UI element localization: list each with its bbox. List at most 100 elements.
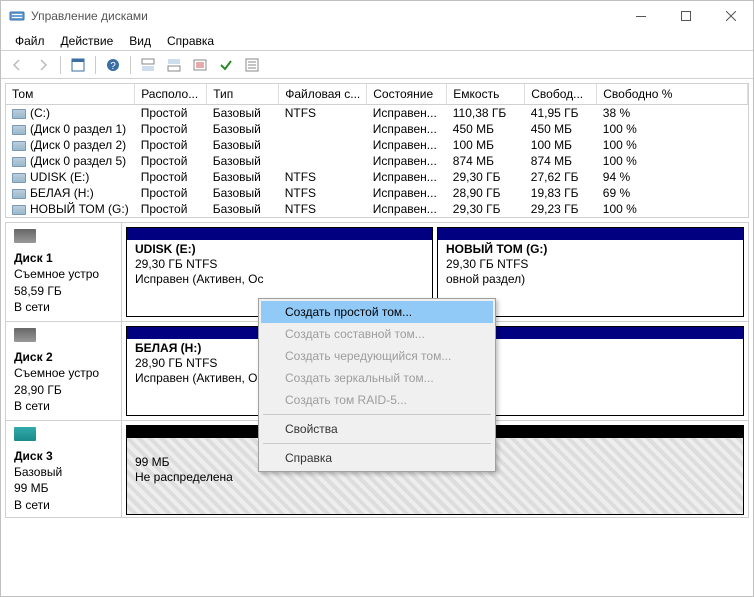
disk-state: В сети	[14, 300, 50, 314]
disk-name: Диск 2	[14, 350, 53, 364]
col-status[interactable]: Состояние	[367, 84, 447, 105]
disk-state: В сети	[14, 498, 50, 512]
table-cell: (Диск 0 раздел 1)	[6, 121, 135, 137]
disk-icon	[14, 229, 36, 243]
col-free[interactable]: Свобод...	[525, 84, 597, 105]
disk-icon	[14, 427, 36, 441]
view-bottom-button[interactable]	[162, 54, 186, 76]
menu-help[interactable]: Справка	[159, 32, 222, 50]
col-volume[interactable]: Том	[6, 84, 135, 105]
back-button[interactable]	[5, 54, 29, 76]
table-cell: (C:)	[6, 105, 135, 122]
table-cell: Простой	[135, 121, 207, 137]
col-capacity[interactable]: Емкость	[447, 84, 525, 105]
disk-name: Диск 1	[14, 251, 53, 265]
table-cell: 100 МБ	[525, 137, 597, 153]
table-cell: NTFS	[279, 105, 367, 122]
table-cell: 450 МБ	[447, 121, 525, 137]
table-cell: 38 %	[597, 105, 748, 122]
table-cell: 69 %	[597, 185, 748, 201]
table-cell: Простой	[135, 169, 207, 185]
toolbar: ?	[1, 51, 753, 79]
table-cell: 874 МБ	[525, 153, 597, 169]
table-cell: Базовый	[207, 153, 279, 169]
maximize-button[interactable]	[663, 1, 708, 31]
table-row[interactable]: БЕЛАЯ (H:)ПростойБазовыйNTFSИсправен...2…	[6, 185, 748, 201]
col-filesystem[interactable]: Файловая с...	[279, 84, 367, 105]
table-cell: Исправен...	[367, 121, 447, 137]
table-cell: NTFS	[279, 201, 367, 217]
table-cell: Простой	[135, 153, 207, 169]
cm-create-raid5[interactable]: Создать том RAID-5...	[261, 389, 493, 411]
col-layout[interactable]: Располо...	[135, 84, 207, 105]
col-type[interactable]: Тип	[207, 84, 279, 105]
cm-properties[interactable]: Свойства	[261, 418, 493, 440]
cm-create-spanned[interactable]: Создать составной том...	[261, 323, 493, 345]
cm-separator	[263, 443, 491, 444]
table-cell: 29,30 ГБ	[447, 169, 525, 185]
table-row[interactable]: НОВЫЙ ТОМ (G:)ПростойБазовыйNTFSИсправен…	[6, 201, 748, 217]
disk-name: Диск 3	[14, 449, 53, 463]
cm-create-simple[interactable]: Создать простой том...	[261, 301, 493, 323]
settings-button[interactable]	[188, 54, 212, 76]
close-button[interactable]	[708, 1, 753, 31]
table-cell: Исправен...	[367, 201, 447, 217]
volume-icon	[12, 189, 26, 199]
cm-separator	[263, 414, 491, 415]
col-freepct[interactable]: Свободно %	[597, 84, 748, 105]
help-button[interactable]: ?	[101, 54, 125, 76]
table-cell: NTFS	[279, 185, 367, 201]
table-cell	[279, 153, 367, 169]
table-cell	[279, 121, 367, 137]
check-button[interactable]	[214, 54, 238, 76]
menu-file[interactable]: Файл	[7, 32, 53, 50]
table-cell: 27,62 ГБ	[525, 169, 597, 185]
cm-help[interactable]: Справка	[261, 447, 493, 469]
partition-title: БЕЛАЯ (H:)	[135, 341, 201, 355]
menu-action[interactable]: Действие	[53, 32, 122, 50]
list-button[interactable]	[240, 54, 264, 76]
cm-create-mirrored[interactable]: Создать зеркальный том...	[261, 367, 493, 389]
table-row[interactable]: (Диск 0 раздел 1)ПростойБазовыйИсправен.…	[6, 121, 748, 137]
view-top-button[interactable]	[136, 54, 160, 76]
minimize-button[interactable]	[618, 1, 663, 31]
partition-sub: 99 МБ	[135, 455, 170, 469]
table-row[interactable]: (Диск 0 раздел 5)ПростойБазовыйИсправен.…	[6, 153, 748, 169]
window-title: Управление дисками	[31, 9, 148, 23]
table-cell: НОВЫЙ ТОМ (G:)	[6, 201, 135, 217]
table-cell: Простой	[135, 201, 207, 217]
table-row[interactable]: (C:)ПростойБазовыйNTFSИсправен...110,38 …	[6, 105, 748, 122]
table-cell: Исправен...	[367, 137, 447, 153]
menu-view[interactable]: Вид	[121, 32, 159, 50]
cm-create-striped[interactable]: Создать чередующийся том...	[261, 345, 493, 367]
disk-label-1[interactable]: Диск 1 Съемное устро 58,59 ГБ В сети	[6, 223, 122, 321]
partition-sub: 28,90 ГБ NTFS	[135, 356, 217, 370]
volume-table[interactable]: Том Располо... Тип Файловая с... Состоян…	[6, 84, 748, 217]
table-cell: Базовый	[207, 185, 279, 201]
table-cell: Исправен...	[367, 153, 447, 169]
volume-icon	[12, 141, 26, 151]
app-icon	[9, 8, 25, 24]
table-row[interactable]: UDISK (E:)ПростойБазовыйNTFSИсправен...2…	[6, 169, 748, 185]
table-cell: Исправен...	[367, 169, 447, 185]
partition-status: Не распределена	[135, 470, 233, 484]
table-cell: Исправен...	[367, 105, 447, 122]
forward-button[interactable]	[31, 54, 55, 76]
disk-label-2[interactable]: Диск 2 Съемное устро 28,90 ГБ В сети	[6, 322, 122, 420]
table-cell: БЕЛАЯ (H:)	[6, 185, 135, 201]
volume-icon	[12, 157, 26, 167]
disk-label-3[interactable]: Диск 3 Базовый 99 МБ В сети	[6, 421, 122, 518]
panel-button[interactable]	[66, 54, 90, 76]
disk-size: 58,59 ГБ	[14, 284, 62, 298]
partition-stripe	[127, 228, 432, 240]
disk-kind: Базовый	[14, 465, 62, 479]
partition-sub: 29,30 ГБ NTFS	[135, 257, 217, 271]
volume-icon	[12, 125, 26, 135]
table-cell: Базовый	[207, 201, 279, 217]
table-header-row[interactable]: Том Располо... Тип Файловая с... Состоян…	[6, 84, 748, 105]
volume-icon	[12, 173, 26, 183]
partition-status: Исправен (Активен, Ос	[135, 371, 263, 385]
disk-size: 99 МБ	[14, 481, 49, 495]
table-row[interactable]: (Диск 0 раздел 2)ПростойБазовыйИсправен.…	[6, 137, 748, 153]
partition-sub: 29,30 ГБ NTFS	[446, 257, 528, 271]
